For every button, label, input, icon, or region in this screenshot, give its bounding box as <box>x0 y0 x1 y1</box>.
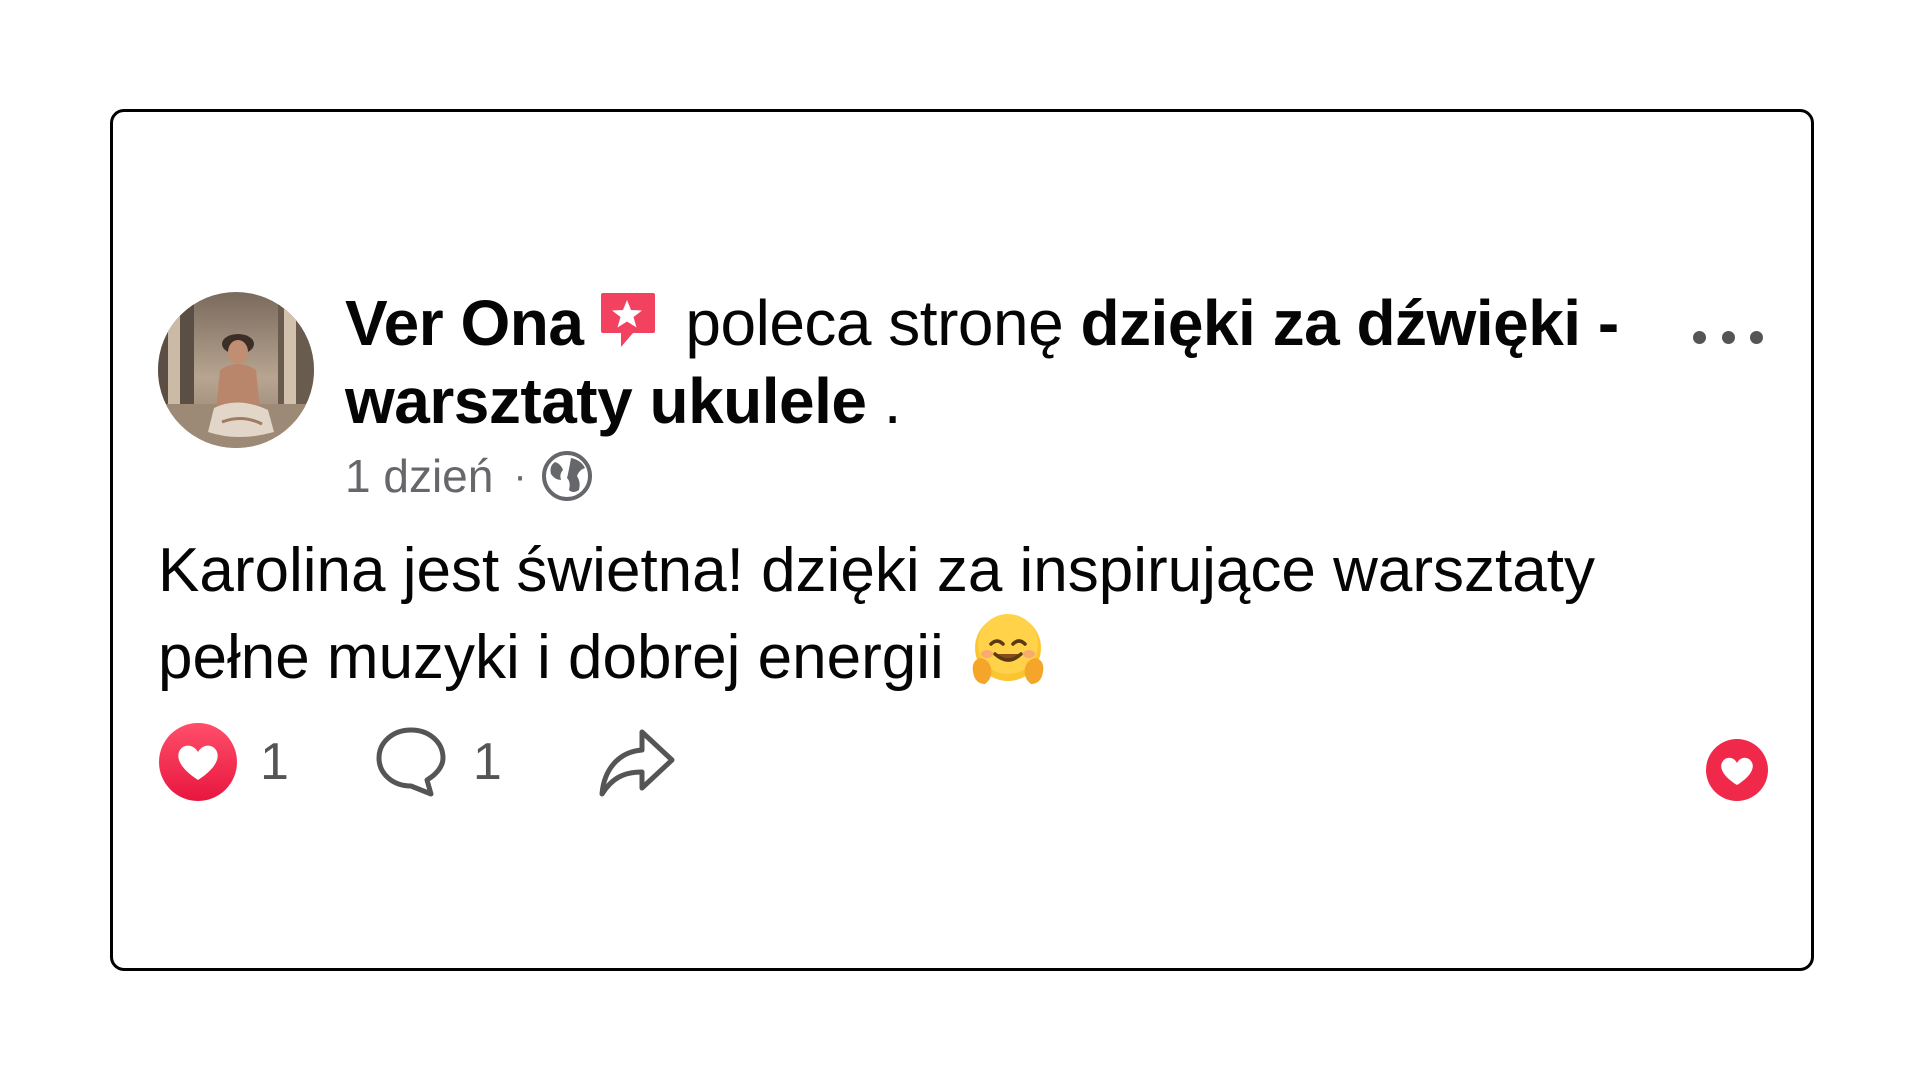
share-arrow-icon <box>599 729 675 797</box>
globe-icon <box>541 451 592 501</box>
share-button[interactable] <box>594 722 678 802</box>
post-text: Karolina jest świetna! dzięki za inspiru… <box>158 536 1595 692</box>
header-trailing: . <box>883 365 902 437</box>
meta-separator: · <box>513 453 527 498</box>
heart-icon <box>159 723 237 801</box>
post-actions: 1 1 <box>158 712 678 812</box>
author-avatar[interactable] <box>158 292 314 448</box>
recommendation-badge-icon <box>601 293 656 347</box>
hugging-face-emoji <box>972 614 1044 684</box>
comment-bubble-icon <box>376 727 446 797</box>
post-card: Ver Ona poleca stronę dzięki za dźwięki … <box>110 109 1814 971</box>
react-heart-icon[interactable] <box>1705 738 1769 802</box>
post-meta: 1 dzień · <box>345 446 593 506</box>
like-button[interactable]: 1 <box>158 722 289 802</box>
comment-count: 1 <box>472 733 502 791</box>
post-header: Ver Ona poleca stronę dzięki za dźwięki … <box>345 284 1675 440</box>
action-text: poleca stronę <box>685 287 1064 359</box>
post-body: Karolina jest świetna! dzięki za inspiru… <box>158 532 1718 697</box>
post-time[interactable]: 1 dzień <box>345 449 493 503</box>
like-count: 1 <box>260 733 289 791</box>
comment-button[interactable]: 1 <box>371 722 502 802</box>
author-name[interactable]: Ver Ona <box>345 287 584 359</box>
more-options-icon[interactable] <box>1693 317 1763 357</box>
